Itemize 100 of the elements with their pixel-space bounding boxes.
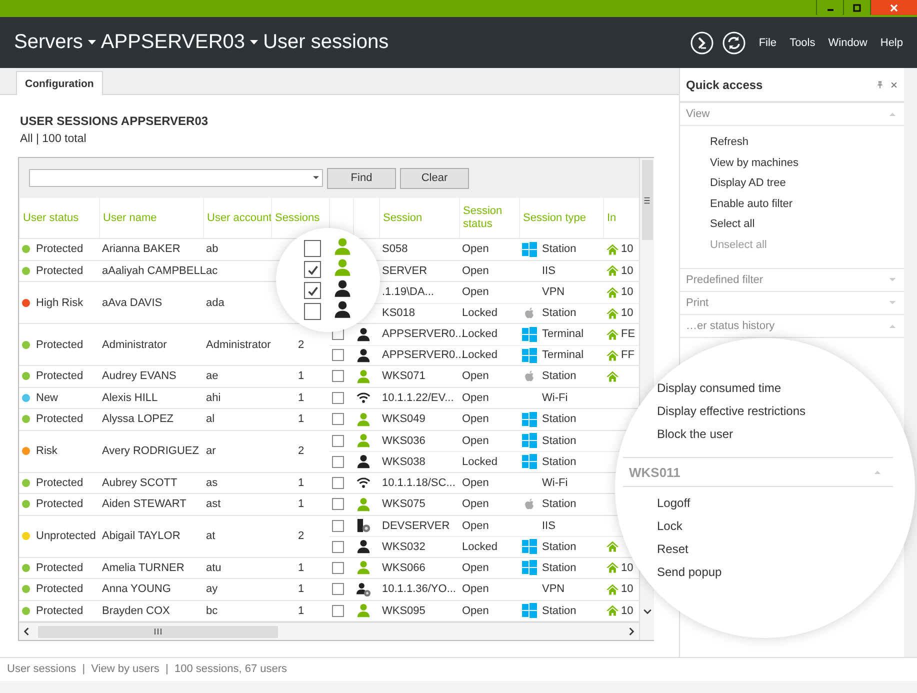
dropdown-caret-icon[interactable]: [88, 40, 96, 45]
filter-button[interactable]: Clear: [400, 168, 469, 188]
action-link[interactable]: Send popup: [657, 564, 722, 578]
breadcrumb-link[interactable]: Servers: [14, 31, 83, 54]
table-cell: at: [206, 530, 216, 542]
table-cell: Locked: [462, 349, 498, 362]
action-link[interactable]: View by machines: [710, 156, 798, 169]
section-header[interactable]: …er status history: [686, 320, 775, 332]
chevron-circle-icon[interactable]: [690, 30, 714, 54]
table-cell: Open: [462, 434, 489, 447]
table-cell: Open: [462, 243, 489, 256]
table-cell: Risk: [36, 445, 58, 457]
row-checkbox[interactable]: [332, 540, 344, 553]
row-checkbox[interactable]: [332, 349, 344, 362]
table-cell-text: 2: [297, 530, 304, 542]
row-checkbox[interactable]: [332, 583, 344, 596]
table-cell: as: [206, 476, 218, 489]
action-link[interactable]: Enable auto filter: [710, 198, 793, 210]
tab[interactable]: Configuration: [16, 71, 103, 95]
table-cell: VPN: [542, 583, 565, 596]
row-checkbox[interactable]: [332, 562, 344, 574]
windows-icon: [522, 560, 537, 576]
user-icon: [356, 348, 371, 363]
scroll-down-icon[interactable]: [642, 607, 652, 616]
table-cell: 10.1.1.36/YO...: [382, 583, 456, 596]
close-icon[interactable]: [890, 80, 898, 88]
pin-icon[interactable]: [876, 80, 884, 88]
table-cell: Station: [542, 562, 576, 574]
table-cell-text: 1: [297, 392, 304, 404]
scroll-right-icon[interactable]: [627, 627, 636, 636]
row-checkbox[interactable]: [304, 261, 321, 278]
row-checkbox[interactable]: [332, 413, 344, 426]
user-icon: [356, 412, 371, 427]
menu-item[interactable]: Help: [880, 36, 903, 48]
close-button[interactable]: [870, 0, 917, 15]
panel-title: Quick access: [686, 78, 764, 92]
scroll-thumb[interactable]: [642, 160, 652, 240]
close-icon: [889, 2, 899, 12]
action-link[interactable]: Lock: [657, 518, 682, 532]
table-cell: al: [206, 413, 215, 426]
table-cell: Open: [462, 583, 489, 596]
table-cell: ar: [206, 445, 216, 457]
breadcrumb-link[interactable]: APPSERVER03: [100, 31, 246, 54]
action-link[interactable]: Display AD tree: [710, 177, 786, 190]
table-cell: ahi: [206, 392, 221, 404]
table-cell: Station: [542, 413, 576, 426]
table-cell: WKS071: [382, 370, 426, 382]
row-checkbox[interactable]: [304, 240, 321, 257]
action-link[interactable]: Refresh: [710, 136, 749, 148]
table-cell: ay: [206, 583, 218, 596]
table-cell-text: 1: [297, 476, 304, 489]
refresh-icon[interactable]: [722, 30, 746, 54]
breadcrumb-link[interactable]: User sessions: [263, 31, 389, 54]
action-link[interactable]: Block the user: [657, 426, 734, 440]
table-cell: ab: [206, 243, 218, 256]
action-link[interactable]: Display effective restrictions: [657, 404, 806, 418]
table-cell: aAaliyah CAMPBELL: [102, 264, 206, 277]
user-icon: [333, 236, 352, 256]
horizontal-scrollbar[interactable]: [19, 622, 639, 640]
menu-item[interactable]: Tools: [790, 36, 816, 48]
grip-icon: [642, 196, 652, 204]
table-cell: High Risk: [36, 296, 84, 308]
table-cell: 10: [621, 604, 634, 617]
table-cell: KS018: [382, 307, 416, 320]
table-cell: Arianna BAKER: [102, 243, 180, 256]
row-checkbox[interactable]: [332, 476, 344, 489]
row-checkbox[interactable]: [332, 392, 344, 404]
scroll-left-icon[interactable]: [22, 627, 31, 636]
table-cell: Open: [462, 413, 489, 426]
dropdown-caret-icon[interactable]: [250, 40, 258, 45]
table-cell: Aubrey SCOTT: [102, 476, 178, 489]
windows-icon: [522, 539, 537, 554]
menu-item[interactable]: File: [758, 36, 777, 48]
row-checkbox[interactable]: [304, 282, 321, 299]
filter-button[interactable]: Find: [327, 168, 396, 188]
row-checkbox[interactable]: [332, 370, 344, 382]
row-checkbox[interactable]: [332, 604, 344, 617]
row-checkbox[interactable]: [304, 303, 321, 320]
row-checkbox[interactable]: [332, 456, 344, 468]
action-link[interactable]: Reset: [657, 542, 688, 556]
section-header[interactable]: View: [686, 108, 710, 120]
section-header[interactable]: Predefined filter: [686, 274, 764, 286]
windows-icon: [522, 326, 537, 342]
row-checkbox[interactable]: [332, 520, 344, 532]
dropdown-caret-icon[interactable]: [313, 176, 319, 180]
action-link[interactable]: Display consumed time: [657, 380, 782, 394]
action-link[interactable]: Logoff: [657, 496, 690, 510]
row-checkbox[interactable]: [332, 434, 344, 447]
menu-item[interactable]: Window: [828, 36, 868, 48]
table-cell: Open: [462, 520, 489, 532]
action-link[interactable]: Select all: [710, 218, 755, 230]
table-cell: Protected: [36, 583, 84, 596]
table-cell: FF: [621, 349, 634, 362]
scroll-thumb[interactable]: [38, 626, 278, 638]
row-checkbox[interactable]: [332, 498, 344, 510]
section-header[interactable]: Print: [686, 297, 709, 309]
user-icon: [356, 560, 371, 576]
table-cell: ada: [206, 296, 224, 308]
table-cell-text: 1: [297, 370, 304, 382]
table-cell: Station: [542, 243, 576, 256]
